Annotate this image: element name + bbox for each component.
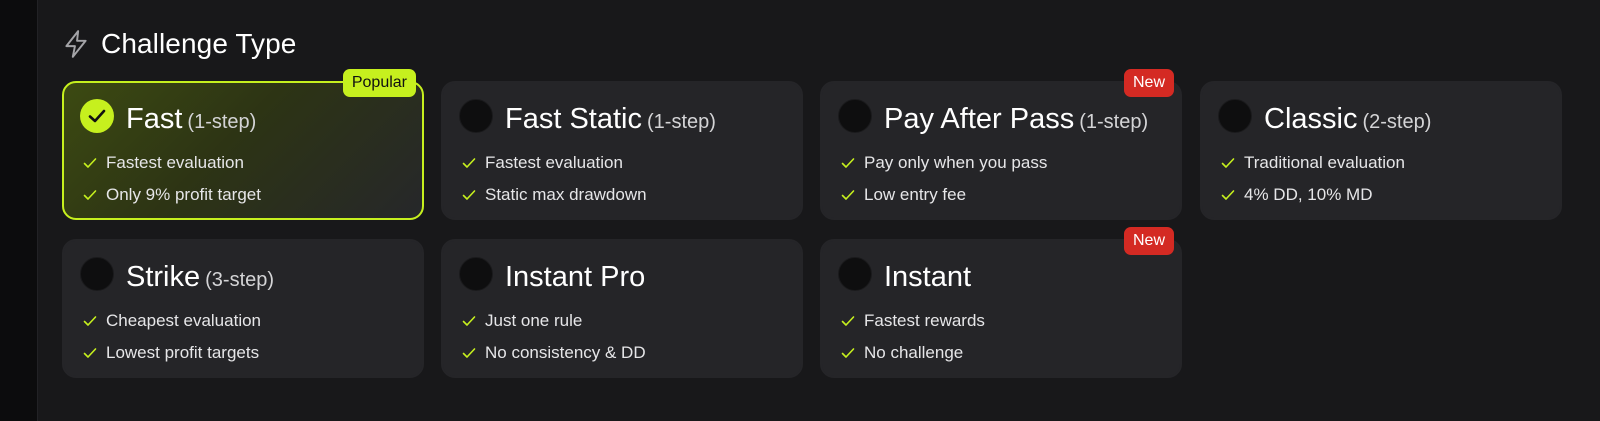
check-icon <box>841 316 855 326</box>
card-title: Strike (3-step) <box>126 261 274 294</box>
lightning-bolt-icon <box>65 30 87 58</box>
feature-list: Traditional evaluation 4% DD, 10% MD <box>1220 147 1405 211</box>
check-icon <box>841 348 855 358</box>
feature-item: No consistency & DD <box>461 337 646 369</box>
challenge-type-panel: Challenge Type Popular Fast (1-step) Fast… <box>37 0 1600 421</box>
card-title-main: Fast Static <box>505 103 642 135</box>
feature-item: Only 9% profit target <box>82 179 261 211</box>
check-icon <box>83 158 97 168</box>
check-icon <box>462 158 476 168</box>
challenge-card-instant-pro[interactable]: Instant Pro Just one rule No consistency… <box>441 239 803 378</box>
new-badge: New <box>1123 69 1174 97</box>
feature-item: No challenge <box>840 337 985 369</box>
card-title-main: Instant <box>884 261 972 293</box>
challenge-card-pay-after-pass[interactable]: New Pay After Pass (1-step) Pay only when… <box>820 69 1182 220</box>
check-icon <box>83 190 97 200</box>
feature-text: Traditional evaluation <box>1244 153 1405 172</box>
card-title: Classic (2-step) <box>1264 103 1431 136</box>
check-icon <box>462 316 476 326</box>
feature-text: Fastest rewards <box>864 311 985 330</box>
card-title-sub: (2-step) <box>1362 111 1432 133</box>
section-title: Challenge Type <box>101 28 297 59</box>
challenge-card-instant[interactable]: New Instant Fastest rewards No challenge <box>820 227 1182 378</box>
feature-text: Pay only when you pass <box>864 153 1048 172</box>
feature-text: Lowest profit targets <box>106 343 260 362</box>
card-title-sub: (1-step) <box>187 111 257 133</box>
feature-item: Lowest profit targets <box>82 337 261 369</box>
card-title-sub: (3-step) <box>205 269 275 291</box>
card-title-main: Strike <box>126 261 201 293</box>
section-header: Challenge Type <box>63 26 296 62</box>
popular-badge: Popular <box>342 69 416 97</box>
feature-list: Pay only when you pass Low entry fee <box>840 147 1047 211</box>
check-icon <box>1221 190 1235 200</box>
challenge-card-fast-static[interactable]: Fast Static (1-step) Fastest evaluation S… <box>441 81 803 220</box>
feature-text: Just one rule <box>485 311 583 330</box>
check-icon <box>841 158 855 168</box>
feature-item: Static max drawdown <box>461 179 647 211</box>
card-title: Fast Static (1-step) <box>505 103 716 136</box>
card-title-main: Pay After Pass <box>884 103 1075 135</box>
feature-text: Fastest evaluation <box>106 153 244 172</box>
feature-text: Cheapest evaluation <box>106 311 262 330</box>
feature-text: Low entry fee <box>864 185 967 204</box>
feature-list: Fastest rewards No challenge <box>840 305 985 369</box>
check-icon <box>841 190 855 200</box>
radio-unselected[interactable] <box>838 99 872 133</box>
checkmark-icon <box>88 109 106 123</box>
feature-item: Traditional evaluation <box>1220 147 1405 179</box>
radio-selected[interactable] <box>80 99 114 133</box>
feature-item: Fastest rewards <box>840 305 985 337</box>
check-icon <box>83 316 97 326</box>
card-title-sub: (1-step) <box>1079 111 1149 133</box>
feature-item: 4% DD, 10% MD <box>1220 179 1405 211</box>
feature-item: Cheapest evaluation <box>82 305 261 337</box>
feature-list: Cheapest evaluation Lowest profit target… <box>82 305 261 369</box>
card-title-main: Fast <box>126 103 183 135</box>
feature-text: 4% DD, 10% MD <box>1244 185 1373 204</box>
feature-list: Just one rule No consistency & DD <box>461 305 646 369</box>
card-title: Pay After Pass (1-step) <box>884 103 1148 136</box>
card-title-main: Classic <box>1264 103 1358 135</box>
feature-text: Static max drawdown <box>485 185 647 204</box>
radio-unselected[interactable] <box>1218 99 1252 133</box>
radio-unselected[interactable] <box>459 257 493 291</box>
check-icon <box>83 348 97 358</box>
radio-unselected[interactable] <box>459 99 493 133</box>
feature-list: Fastest evaluation Static max drawdown <box>461 147 647 211</box>
feature-item: Fastest evaluation <box>82 147 261 179</box>
challenge-card-fast[interactable]: Popular Fast (1-step) Fastest evaluation … <box>62 69 424 220</box>
challenge-card-strike[interactable]: Strike (3-step) Cheapest evaluation Lowes… <box>62 239 424 378</box>
feature-item: Fastest evaluation <box>461 147 647 179</box>
check-icon <box>1221 158 1235 168</box>
card-title: Fast (1-step) <box>126 103 256 136</box>
check-icon <box>462 190 476 200</box>
feature-text: Fastest evaluation <box>485 153 623 172</box>
card-title-sub: (1-step) <box>647 111 716 133</box>
new-badge: New <box>1123 227 1174 255</box>
feature-text: No challenge <box>864 343 964 362</box>
feature-text: Only 9% profit target <box>106 185 261 204</box>
feature-list: Fastest evaluation Only 9% profit target <box>82 147 261 211</box>
check-icon <box>462 348 476 358</box>
card-title-main: Instant Pro <box>505 261 646 293</box>
radio-unselected[interactable] <box>838 257 872 291</box>
card-title: Instant <box>884 261 971 294</box>
feature-item: Low entry fee <box>840 179 1047 211</box>
feature-item: Pay only when you pass <box>840 147 1047 179</box>
card-title: Instant Pro <box>505 261 645 294</box>
feature-item: Just one rule <box>461 305 646 337</box>
feature-text: No consistency & DD <box>485 343 646 362</box>
radio-unselected[interactable] <box>80 257 114 291</box>
challenge-card-classic[interactable]: Classic (2-step) Traditional evaluation 4… <box>1200 81 1562 220</box>
